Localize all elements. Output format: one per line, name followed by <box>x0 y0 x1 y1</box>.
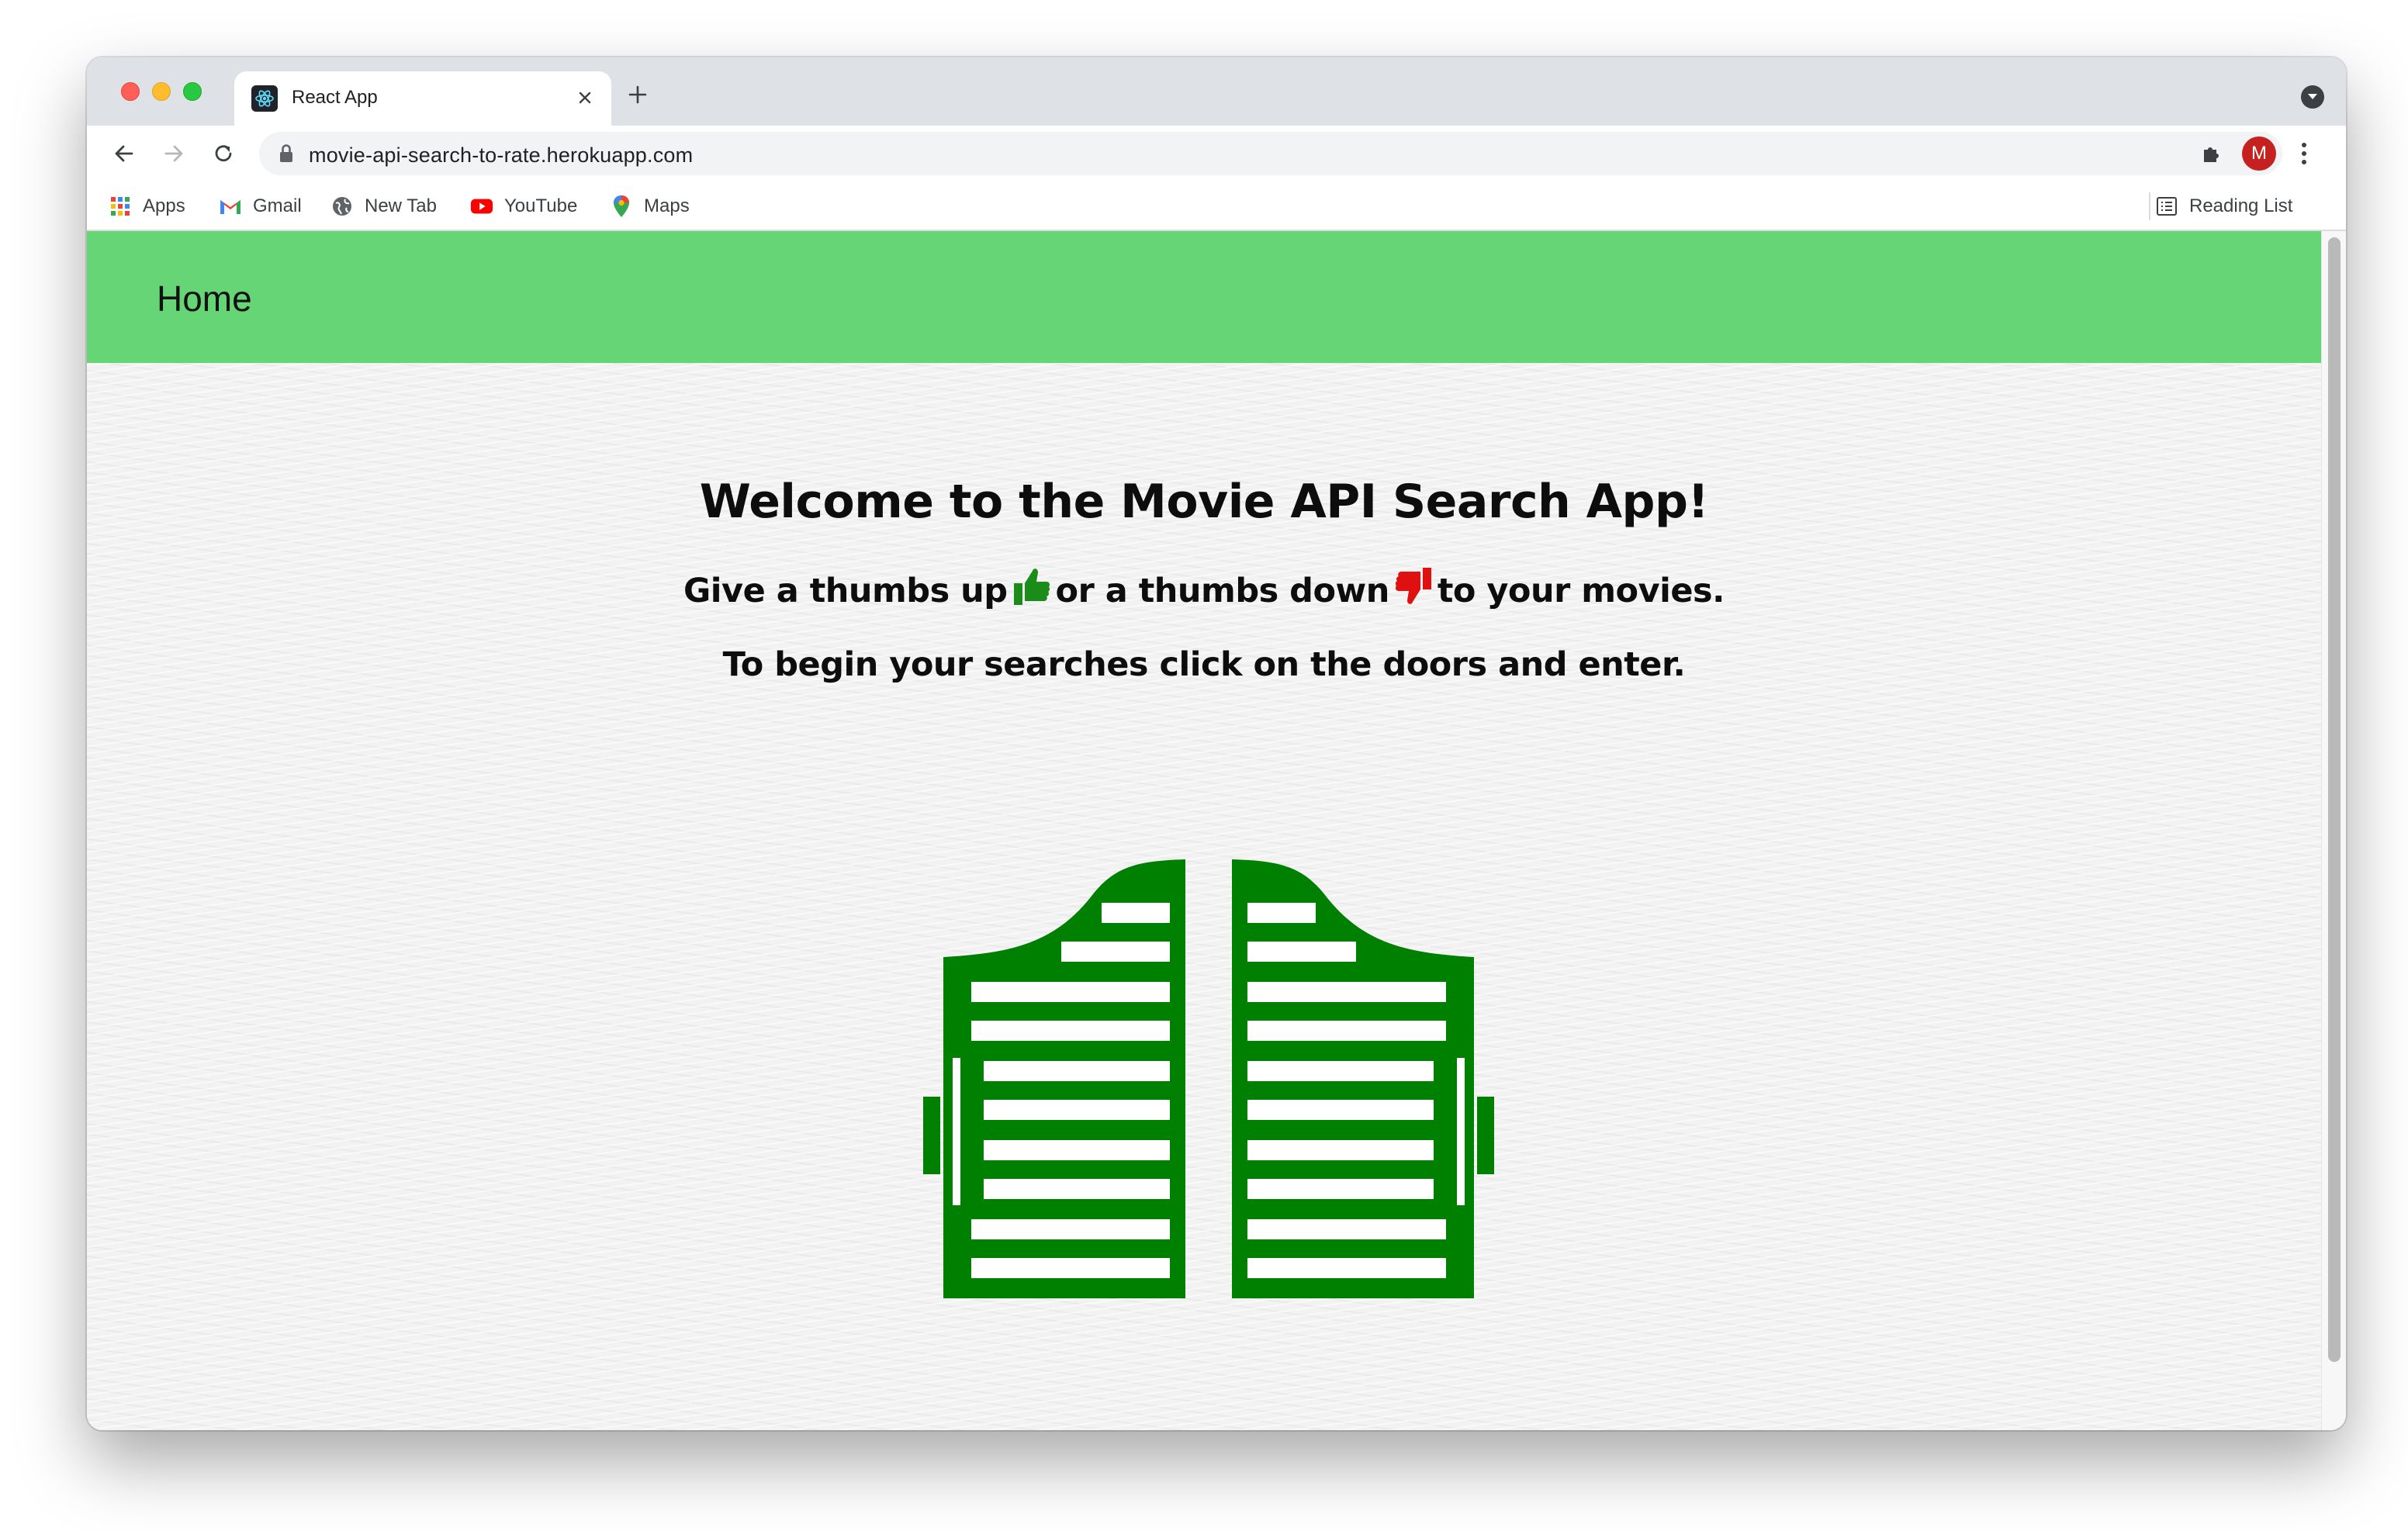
nav-home-link[interactable]: Home <box>157 278 252 320</box>
subtitle-part-1: Give a thumbs up <box>683 572 1008 610</box>
bookmark-new-tab[interactable]: New Tab <box>330 191 437 222</box>
zoom-window-button[interactable] <box>183 82 202 101</box>
react-logo-icon <box>251 85 278 112</box>
reading-list-icon <box>2155 195 2178 218</box>
maps-pin-icon <box>610 195 633 218</box>
thumbs-down-icon <box>1394 566 1433 615</box>
globe-icon <box>330 195 354 218</box>
tab-react-app[interactable]: React App <box>234 71 611 126</box>
close-window-button[interactable] <box>121 82 140 101</box>
thumbs-up-icon <box>1012 566 1051 615</box>
bookmark-label: Apps <box>143 195 185 216</box>
bookmark-maps[interactable]: Maps <box>610 191 690 222</box>
bookmark-gmail[interactable]: Gmail <box>219 191 302 222</box>
close-tab-icon[interactable] <box>571 84 599 112</box>
apps-grid-icon <box>109 195 132 218</box>
address-bar[interactable]: movie-api-search-to-rate.herokuapp.com <box>259 132 2282 175</box>
youtube-icon <box>470 195 493 218</box>
page-viewport: Home Welcome to the Movie API Search App… <box>87 231 2346 1430</box>
scrollbar-thumb[interactable] <box>2328 237 2341 1362</box>
more-menu-icon[interactable] <box>2289 137 2320 171</box>
browser-window: React App movie-api-search-to-rate.herok <box>87 57 2346 1430</box>
subtitle: Give a thumbs up or a thumbs down to your … <box>87 566 2321 615</box>
subtitle-part-3: to your movies. <box>1437 572 1725 610</box>
lock-icon[interactable] <box>278 143 295 168</box>
bookmark-label: Maps <box>644 195 690 216</box>
browser-toolbar: movie-api-search-to-rate.herokuapp.com M <box>87 126 2346 181</box>
gmail-icon <box>219 195 242 218</box>
tab-strip: React App <box>87 57 2346 126</box>
back-arrow-icon[interactable] <box>107 137 141 171</box>
top-navbar: Home <box>87 231 2321 363</box>
tab-title: React App <box>292 87 378 108</box>
reading-list-label: Reading List <box>2189 195 2293 216</box>
forward-arrow-icon[interactable] <box>157 137 191 171</box>
scrollbar[interactable] <box>2321 231 2346 1430</box>
bookmark-label: Gmail <box>253 195 302 216</box>
new-tab-icon[interactable] <box>622 79 653 110</box>
extensions-puzzle-icon[interactable] <box>2194 137 2228 171</box>
reading-list-button[interactable]: Reading List <box>2155 191 2292 222</box>
url-text: movie-api-search-to-rate.herokuapp.com <box>309 143 694 167</box>
minimize-window-button[interactable] <box>152 82 171 101</box>
reload-icon[interactable] <box>206 137 240 171</box>
tab-search-icon[interactable] <box>2301 85 2324 109</box>
subtitle-part-2: or a thumbs down <box>1055 572 1390 610</box>
saloon-doors-icon[interactable] <box>922 841 1496 1306</box>
bookmarks-bar: Apps Gmail New Tab YouTube Maps Reading … <box>87 181 2346 231</box>
bookmark-label: New Tab <box>365 195 437 216</box>
bookmark-youtube[interactable]: YouTube <box>470 191 577 222</box>
bookmark-label: YouTube <box>504 195 578 216</box>
profile-avatar[interactable]: M <box>2242 137 2276 171</box>
bookmarks-divider <box>2149 192 2150 220</box>
bookmark-apps[interactable]: Apps <box>109 191 185 222</box>
instruction-text: To begin your searches click on the door… <box>722 645 1686 684</box>
page-title: Welcome to the Movie API Search App! <box>699 475 1709 529</box>
